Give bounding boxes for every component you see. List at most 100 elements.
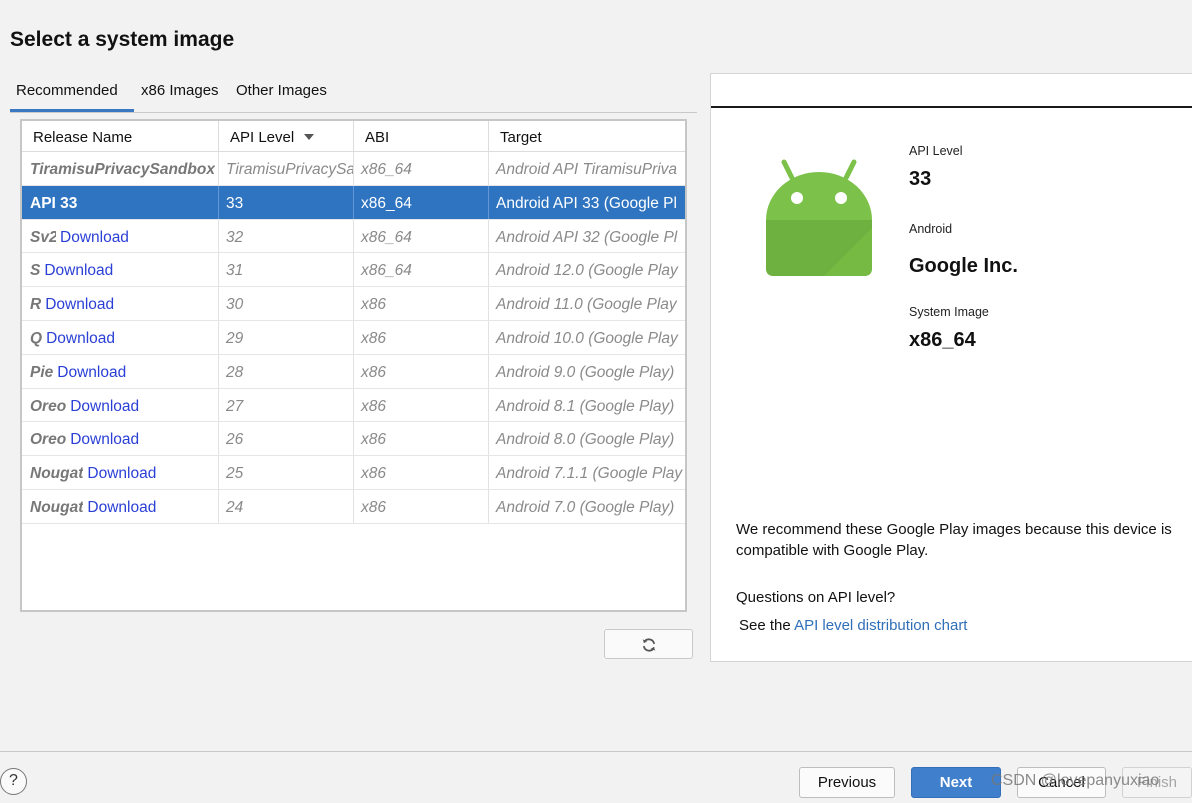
table-row[interactable]: API 33 33 x86_64 Android API 33 (Google Pl [22, 185, 685, 220]
table-row[interactable]: Nougat Download 24 x86 Android 7.0 (Google P… [22, 489, 685, 524]
target-cell: Android API TiramisuPriva [496, 161, 678, 178]
release-name-cell: API 33 [22, 185, 219, 219]
release-name-text: Oreo [30, 431, 67, 449]
download-link[interactable]: Download [44, 262, 113, 279]
abi-cell: x86 [354, 422, 489, 456]
release-name-cell: Nougat Download [22, 489, 219, 523]
release-name-cell: Oreo Download [22, 422, 219, 456]
table-row[interactable]: Oreo Download 27 x86 Android 8.1 (Google Pla… [22, 388, 685, 423]
abi-cell: x86_64 [354, 253, 489, 287]
release-name-text: S [30, 262, 41, 280]
refresh-icon [642, 638, 656, 652]
table-row[interactable]: Nougat Download 25 x86 Android 7.1.1 (Google… [22, 456, 685, 490]
abi-cell: x86 [354, 388, 489, 422]
abi-cell: x86 [354, 287, 489, 321]
api-level-cell: 24 [219, 489, 354, 523]
column-header-target[interactable]: Target [489, 121, 685, 152]
table-row[interactable]: Oreo Download 26 x86 Android 8.0 (Google Pla… [22, 422, 685, 457]
release-name-text: Nougat [30, 498, 84, 516]
download-link[interactable]: Download [70, 431, 139, 448]
download-link[interactable]: Download [87, 499, 156, 516]
abi-cell: x86 [354, 320, 489, 354]
download-link[interactable]: Download [87, 465, 156, 482]
api-level-cell: 33 [219, 185, 354, 219]
abi-cell: x86_64 [354, 185, 489, 219]
table-body: TiramisuPrivacySandbox TiramisuPrivacySa x… [22, 152, 685, 524]
image-details-panel: API Level 33 Android Google Inc. System … [710, 73, 1192, 662]
target-cell: Android API 32 (Google Pl [496, 228, 678, 246]
api-level-cell: 25 [219, 456, 354, 490]
table-row[interactable]: Sv2 Download 32 x86_64 Android API 32 (Googl… [22, 219, 685, 254]
download-link[interactable]: Download [70, 398, 139, 415]
panel-divider [711, 106, 1192, 108]
previous-button[interactable]: Previous [799, 767, 895, 798]
target-cell: Android 7.0 (Google Play) [496, 498, 675, 516]
abi-cell: x86_64 [354, 219, 489, 253]
target-cell: Android 8.0 (Google Play) [496, 431, 675, 449]
api-level-value: 33 [909, 168, 932, 190]
api-level-cell: 26 [219, 422, 354, 456]
release-name-text: Q [30, 329, 43, 347]
finish-button[interactable]: Finish [1122, 767, 1192, 798]
table-row[interactable]: TiramisuPrivacySandbox TiramisuPrivacySa x… [22, 152, 685, 186]
api-level-cell: 32 [219, 219, 354, 253]
target-cell: Android 11.0 (Google Play [496, 296, 677, 314]
release-name-text: Oreo [30, 397, 67, 415]
help-button[interactable]: ? [0, 768, 27, 795]
api-level-cell: 29 [219, 320, 354, 354]
tab-x86-images[interactable]: x86 Images [141, 78, 219, 112]
release-name-cell: Oreo Download [22, 388, 219, 422]
release-name-text: Pie [30, 363, 54, 381]
api-level-cell: 28 [219, 354, 354, 388]
release-name-cell: Q Download [22, 320, 219, 354]
download-link[interactable]: Download [46, 330, 115, 347]
download-link[interactable]: Download [57, 364, 126, 381]
column-header-abi[interactable]: ABI [354, 121, 489, 152]
download-link[interactable]: Download [45, 296, 114, 313]
release-name-cell: Sv2 Download [22, 219, 219, 253]
column-header-release-name[interactable]: Release Name [22, 121, 219, 152]
release-name-text: Sv2 [30, 228, 56, 246]
release-name-cell: Pie Download [22, 354, 219, 388]
release-name-cell: Nougat Download [22, 456, 219, 490]
release-name-text: Nougat [30, 465, 84, 483]
abi-cell: x86 [354, 489, 489, 523]
next-button[interactable]: Next [911, 767, 1001, 798]
android-logo-icon [766, 159, 872, 276]
footer-divider [0, 751, 1192, 752]
api-level-label: API Level [909, 144, 963, 158]
api-question-text: Questions on API level? [736, 589, 896, 606]
target-cell: Android 12.0 (Google Play [496, 262, 678, 280]
table-row[interactable]: S Download 31 x86_64 Android 12.0 (Google Pl… [22, 253, 685, 288]
table-header: Release Name API Level ABI Target [22, 121, 685, 152]
api-level-cell: TiramisuPrivacySa [219, 152, 354, 185]
target-cell: Android 8.1 (Google Play) [496, 397, 675, 415]
download-link[interactable]: Download [60, 229, 129, 246]
column-header-api-level[interactable]: API Level [219, 121, 354, 152]
release-name-cell: TiramisuPrivacySandbox [22, 152, 219, 185]
api-level-cell: 27 [219, 388, 354, 422]
table-row[interactable]: R Download 30 x86 Android 11.0 (Google Play [22, 287, 685, 321]
sort-descending-icon [304, 134, 315, 141]
page-title: Select a system image [10, 28, 235, 51]
release-name-text: R [30, 296, 42, 314]
abi-cell: x86_64 [354, 152, 489, 185]
tab-other-images[interactable]: Other Images [236, 78, 327, 112]
table-row[interactable]: Q Download 29 x86 Android 10.0 (Google Play [22, 320, 685, 355]
abi-cell: x86 [354, 354, 489, 388]
refresh-button[interactable] [604, 629, 693, 659]
release-name-text: TiramisuPrivacySandbox [30, 161, 215, 178]
release-name-cell: S Download [22, 253, 219, 287]
see-chart-text: See the API level distribution chart [739, 617, 968, 634]
table-row[interactable]: Pie Download 28 x86 Android 9.0 (Google Play… [22, 354, 685, 389]
android-label: Android [909, 222, 953, 236]
system-image-label: System Image [909, 305, 989, 319]
system-image-table: Release Name API Level ABI Target Tirami… [20, 119, 687, 612]
recommendation-text: We recommend these Google Play images be… [736, 521, 1172, 559]
api-distribution-chart-link[interactable]: API level distribution chart [794, 617, 967, 634]
target-cell: Android API 33 (Google Pl [496, 194, 677, 212]
tab-recommended[interactable]: Recommended [10, 78, 134, 112]
cancel-button[interactable]: Cancel [1017, 767, 1106, 798]
image-tabs: Recommended x86 Images Other Images [10, 78, 697, 113]
api-level-cell: 31 [219, 253, 354, 287]
